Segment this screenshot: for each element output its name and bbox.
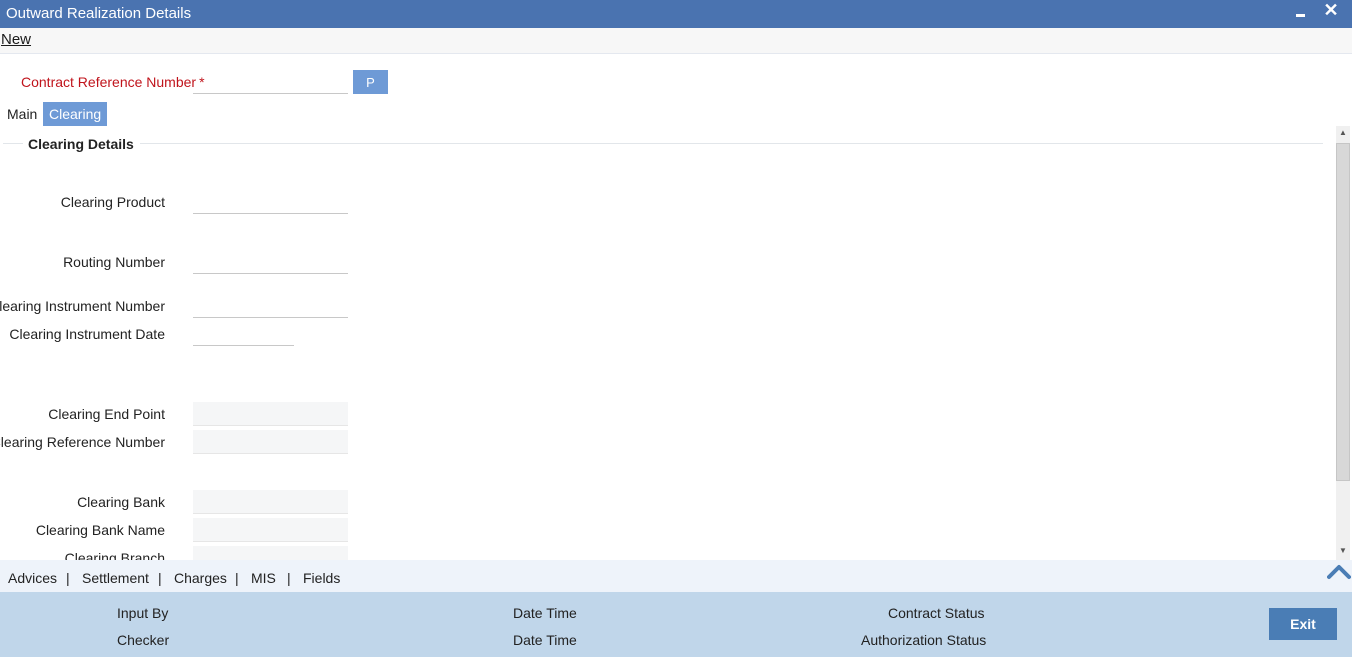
close-icon[interactable]: ✕	[1322, 1, 1340, 21]
section-divider-left	[3, 143, 23, 144]
nav-separator: |	[287, 570, 291, 586]
settlement-link[interactable]: Settlement	[82, 570, 149, 586]
tab-clearing[interactable]: Clearing	[43, 102, 108, 126]
clearing-bank-label: Clearing Bank	[77, 494, 165, 510]
contract-reference-input[interactable]	[193, 70, 348, 94]
minimize-icon[interactable]	[1292, 4, 1308, 22]
advices-link[interactable]: Advices	[8, 570, 57, 586]
clearing-instrument-date-input[interactable]	[193, 322, 294, 346]
contract-status-label: Contract Status	[888, 605, 985, 621]
routing-number-input[interactable]	[193, 250, 348, 274]
fields-link[interactable]: Fields	[303, 570, 340, 586]
contract-reference-label: Contract Reference Number *	[21, 74, 205, 90]
tab-main[interactable]: Main	[1, 102, 43, 126]
clearing-bank-field	[193, 490, 348, 514]
exit-button[interactable]: Exit	[1269, 608, 1337, 640]
charges-link[interactable]: Charges	[174, 570, 227, 586]
scroll-down-arrow-icon[interactable]: ▼	[1338, 546, 1348, 556]
audit-footer	[0, 592, 1352, 657]
clearing-product-input[interactable]	[193, 190, 348, 214]
clearing-bank-name-label: Clearing Bank Name	[35, 522, 165, 538]
menu-bar: New	[0, 28, 1352, 54]
nav-separator: |	[158, 570, 162, 586]
authorization-status-label: Authorization Status	[861, 632, 987, 648]
checker-date-time-label: Date Time	[513, 632, 577, 648]
sub-navigation-bar: Advices | Settlement | Charges | MIS | F…	[0, 560, 1352, 592]
input-by-label: Input By	[117, 605, 169, 621]
chevron-up-icon[interactable]	[1327, 562, 1351, 580]
routing-number-label: Routing Number	[63, 254, 165, 270]
clearing-end-point-label: Clearing End Point	[48, 406, 165, 422]
clearing-details-panel: Clearing Product Routing Number Clearing…	[0, 150, 1336, 560]
new-link[interactable]: New	[1, 31, 31, 48]
clearing-reference-number-label: Clearing Reference Number	[0, 434, 165, 450]
checker-label: Checker	[117, 632, 170, 648]
clearing-branch-field	[193, 546, 348, 560]
clearing-bank-name-field	[193, 518, 348, 542]
nav-separator: |	[235, 570, 239, 586]
scrollbar-thumb[interactable]	[1336, 143, 1350, 481]
window-title: Outward Realization Details	[6, 5, 192, 22]
section-divider	[140, 143, 1323, 144]
clearing-instrument-date-label: Clearing Instrument Date	[9, 326, 165, 342]
nav-separator: |	[66, 570, 70, 586]
mis-link[interactable]: MIS	[251, 570, 276, 586]
clearing-reference-number-field	[193, 430, 348, 454]
clearing-product-label: Clearing Product	[60, 194, 165, 210]
clearing-instrument-number-label: Clearing Instrument Number	[0, 298, 165, 314]
date-time-label: Date Time	[513, 605, 577, 621]
clearing-instrument-number-input[interactable]	[193, 294, 348, 318]
scroll-up-arrow-icon[interactable]: ▲	[1338, 128, 1348, 138]
window-titlebar: Outward Realization Details ✕	[0, 0, 1352, 28]
p-button[interactable]: P	[353, 70, 388, 94]
clearing-branch-label: Clearing Branch	[64, 550, 165, 560]
clearing-end-point-field	[193, 402, 348, 426]
